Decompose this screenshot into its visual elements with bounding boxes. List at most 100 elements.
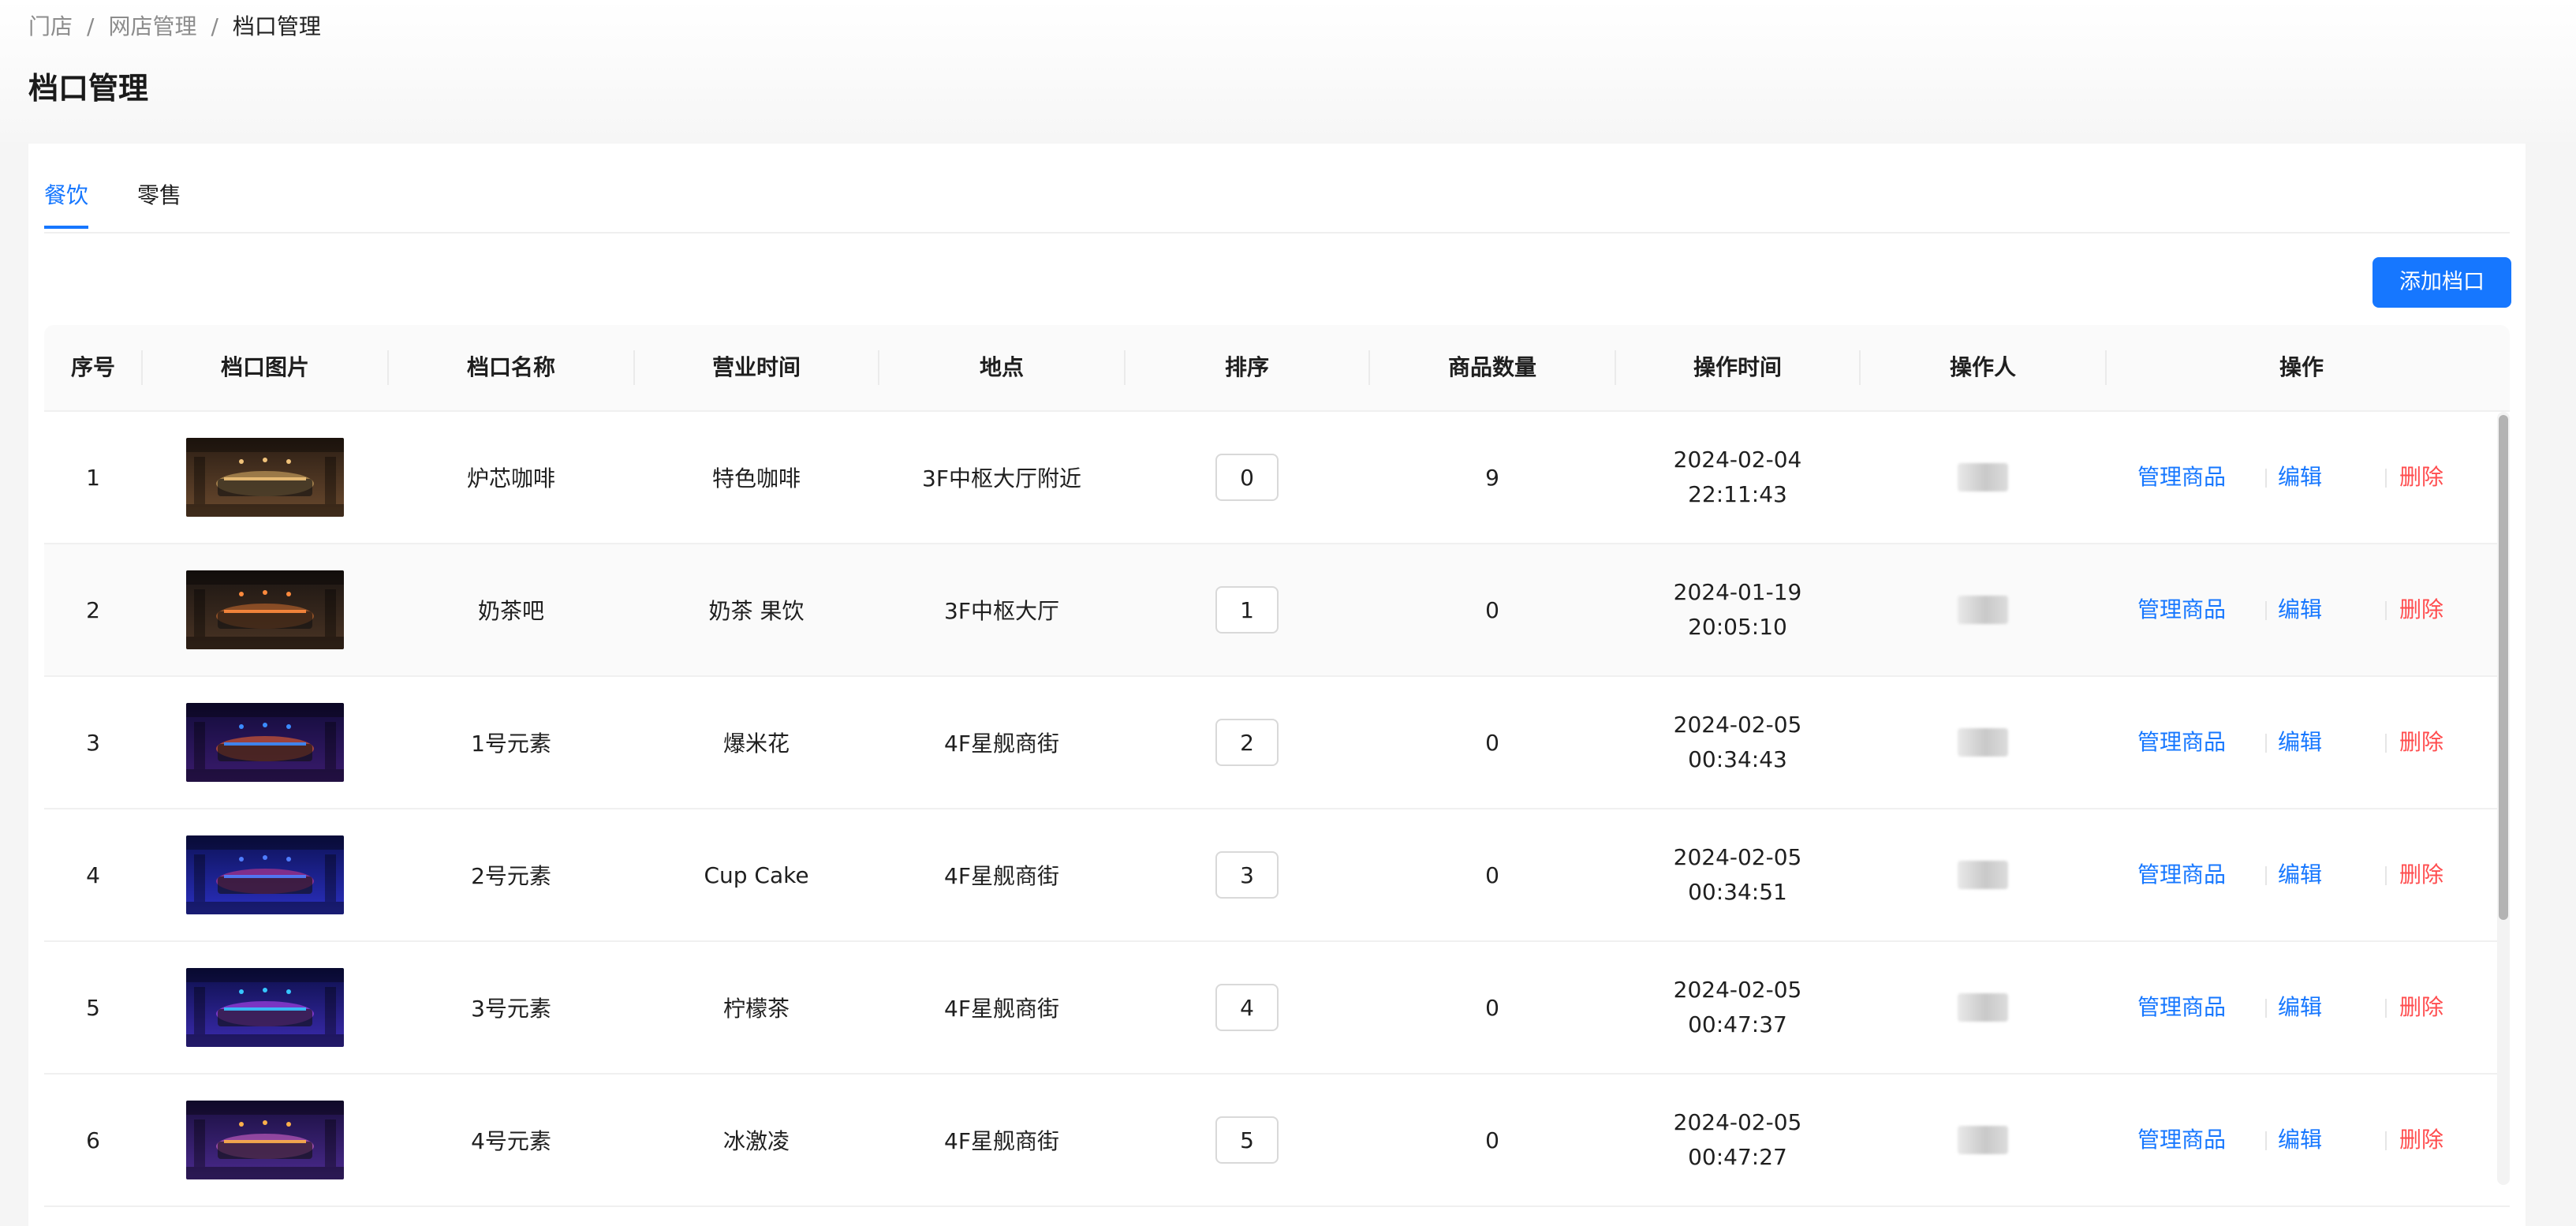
sort-input[interactable] xyxy=(1215,454,1279,501)
column-divider[interactable] xyxy=(878,350,879,385)
table-header: 序号 档口图片 档口名称 营业时间 地点 排序 商品数量 操作时间 操作人 操作 xyxy=(44,325,2510,412)
column-divider[interactable] xyxy=(633,350,635,385)
cell-business-hours: 奶茶 果饮 xyxy=(708,598,805,624)
operation-clock: 00:47:27 xyxy=(1688,1144,1787,1170)
table-row[interactable]: 2 奶茶吧 奶茶 果饮 3F中枢大厅 0 2024-01-19 20:05:10… xyxy=(44,544,2510,677)
manage-products-link[interactable]: 管理商品 xyxy=(2137,1075,2226,1205)
cell-operation-time: 2024-01-19 20:05:10 xyxy=(1615,544,1860,675)
add-stall-button[interactable]: 添加档口 xyxy=(2373,257,2511,308)
cell-sort xyxy=(1125,412,1369,543)
operation-clock: 20:05:10 xyxy=(1688,614,1787,640)
table-row[interactable]: 4 2号元素 Cup Cake 4F星舰商街 0 2024-02-05 00:3… xyxy=(44,809,2510,942)
cell-operation-time: 2024-02-05 00:47:37 xyxy=(1615,942,1860,1073)
cell-stall-name: 2号元素 xyxy=(471,863,551,889)
sort-input[interactable] xyxy=(1215,586,1279,634)
edit-link[interactable]: 编辑 xyxy=(2278,412,2322,543)
stall-thumbnail xyxy=(186,968,344,1047)
table-scrollbar-thumb[interactable] xyxy=(2499,415,2508,920)
delete-link[interactable]: 删除 xyxy=(2399,544,2443,675)
operation-clock: 00:34:43 xyxy=(1688,746,1787,772)
edit-link[interactable]: 编辑 xyxy=(2278,942,2322,1073)
action-divider xyxy=(2265,1131,2267,1150)
stall-thumbnail xyxy=(186,438,344,517)
edit-link[interactable]: 编辑 xyxy=(2278,809,2322,940)
column-divider[interactable] xyxy=(387,350,389,385)
delete-link[interactable]: 删除 xyxy=(2399,412,2443,543)
action-divider xyxy=(2385,601,2387,620)
cell-sort xyxy=(1125,942,1369,1073)
tab-retail[interactable]: 零售 xyxy=(137,180,181,211)
sort-input[interactable] xyxy=(1215,984,1279,1031)
cell-business-hours: 特色咖啡 xyxy=(711,465,801,492)
operation-date: 2024-02-05 xyxy=(1673,1109,1802,1135)
cell-product-count: 0 xyxy=(1485,994,1499,1021)
cell-stall-name: 3号元素 xyxy=(471,996,551,1022)
cell-sort xyxy=(1125,1075,1369,1205)
action-divider xyxy=(2385,999,2387,1018)
manage-products-link[interactable]: 管理商品 xyxy=(2137,544,2226,675)
sort-input[interactable] xyxy=(1215,719,1279,766)
column-divider[interactable] xyxy=(2105,350,2107,385)
cell-operation-time: 2024-02-05 00:47:27 xyxy=(1615,1075,1860,1205)
edit-link[interactable]: 编辑 xyxy=(2278,544,2322,675)
cell-index: 2 xyxy=(86,596,100,623)
sort-input[interactable] xyxy=(1215,1116,1279,1164)
cell-operation-time: 2024-02-05 00:34:51 xyxy=(1615,809,1860,940)
delete-link[interactable]: 删除 xyxy=(2399,942,2443,1073)
operator-avatar xyxy=(1958,463,2008,492)
cell-operator xyxy=(1860,677,2106,808)
edit-link[interactable]: 编辑 xyxy=(2278,677,2322,808)
table-row[interactable]: 1 炉芯咖啡 特色咖啡 3F中枢大厅附近 9 2024-02-04 22:11:… xyxy=(44,412,2510,544)
cell-sort xyxy=(1125,809,1369,940)
operation-date: 2024-02-05 xyxy=(1673,712,1802,738)
table-scrollbar[interactable] xyxy=(2497,412,2510,1185)
cell-operator xyxy=(1860,942,2106,1073)
page-header xyxy=(0,0,2576,142)
cell-index: 4 xyxy=(86,862,100,888)
breadcrumb-item-store[interactable]: 门店 xyxy=(28,13,73,39)
cell-business-hours: Cup Cake xyxy=(704,862,809,888)
cell-image xyxy=(142,677,388,808)
table-row[interactable]: 3 1号元素 爆米花 4F星舰商街 0 2024-02-05 00:34:43 … xyxy=(44,677,2510,809)
column-divider[interactable] xyxy=(1859,350,1861,385)
stall-thumbnail xyxy=(186,835,344,914)
table-row[interactable]: 6 4号元素 冰激凌 4F星舰商街 0 2024-02-05 00:47:27 … xyxy=(44,1075,2510,1207)
manage-products-link[interactable]: 管理商品 xyxy=(2137,942,2226,1073)
operator-avatar xyxy=(1958,993,2008,1022)
operation-date: 2024-01-19 xyxy=(1673,579,1802,605)
operation-date: 2024-02-04 xyxy=(1673,447,1802,473)
column-divider[interactable] xyxy=(1615,350,1616,385)
action-divider xyxy=(2385,866,2387,885)
operation-clock: 22:11:43 xyxy=(1688,481,1787,507)
action-divider xyxy=(2265,999,2267,1018)
breadcrumb-item-online-store[interactable]: 网店管理 xyxy=(108,13,196,39)
cell-index: 3 xyxy=(86,729,100,756)
cell-product-count: 9 xyxy=(1485,464,1499,491)
sort-input[interactable] xyxy=(1215,851,1279,899)
cell-location: 4F星舰商街 xyxy=(944,1128,1059,1154)
cell-business-hours: 柠檬茶 xyxy=(722,996,790,1022)
page-title: 档口管理 xyxy=(28,71,149,106)
cell-product-count: 0 xyxy=(1485,729,1499,756)
action-divider xyxy=(2265,734,2267,753)
delete-link[interactable]: 删除 xyxy=(2399,809,2443,940)
table-row[interactable]: 5 3号元素 柠檬茶 4F星舰商街 0 2024-02-05 00:47:37 … xyxy=(44,942,2510,1075)
edit-link[interactable]: 编辑 xyxy=(2278,1075,2322,1205)
tab-catering[interactable]: 餐饮 xyxy=(44,180,89,229)
manage-products-link[interactable]: 管理商品 xyxy=(2137,809,2226,940)
column-divider[interactable] xyxy=(1124,350,1126,385)
action-divider xyxy=(2385,1131,2387,1150)
operator-avatar xyxy=(1958,861,2008,889)
action-divider xyxy=(2265,866,2267,885)
action-divider xyxy=(2265,601,2267,620)
breadcrumb-item-current: 档口管理 xyxy=(232,13,321,39)
operation-clock: 00:47:37 xyxy=(1688,1011,1787,1037)
manage-products-link[interactable]: 管理商品 xyxy=(2137,412,2226,543)
delete-link[interactable]: 删除 xyxy=(2399,677,2443,808)
column-divider[interactable] xyxy=(141,350,143,385)
manage-products-link[interactable]: 管理商品 xyxy=(2137,677,2226,808)
stall-table: 序号 档口图片 档口名称 营业时间 地点 排序 商品数量 操作时间 操作人 操作… xyxy=(44,325,2510,1226)
delete-link[interactable]: 删除 xyxy=(2399,1075,2443,1205)
column-divider[interactable] xyxy=(1368,350,1370,385)
column-header-location: 地点 xyxy=(979,354,1024,380)
